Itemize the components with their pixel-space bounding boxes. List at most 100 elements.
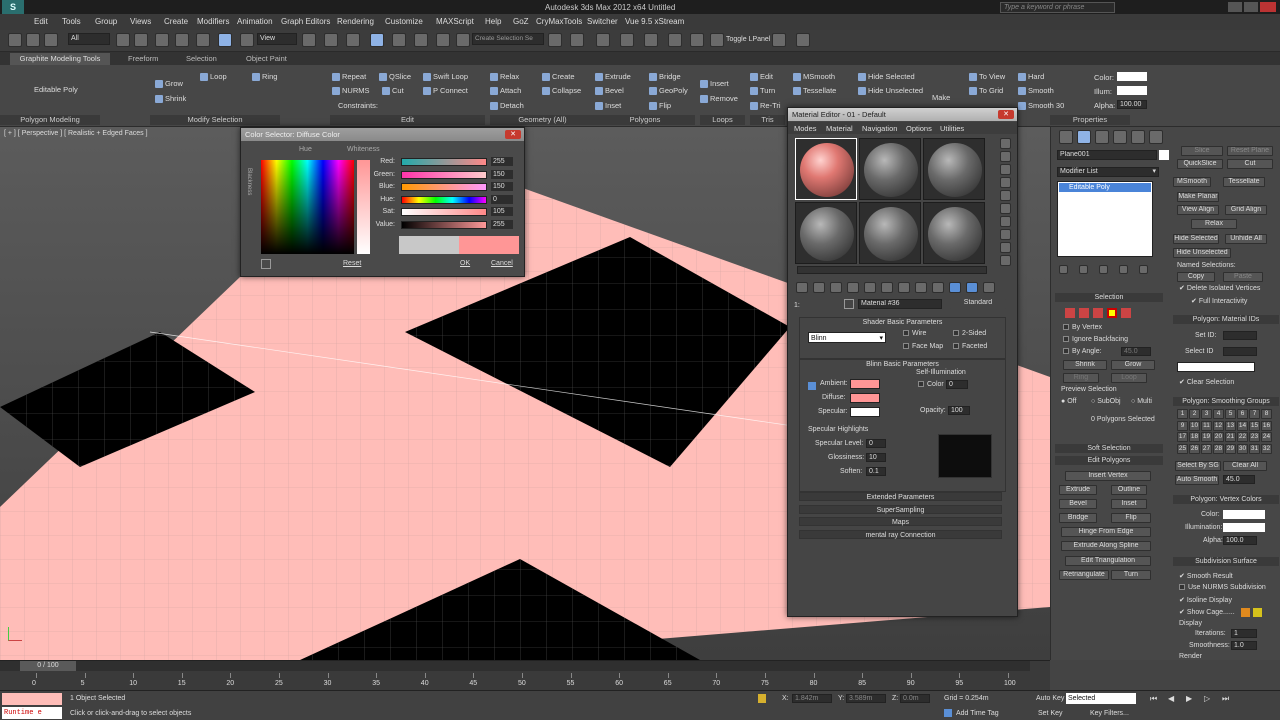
vc-alpha-input[interactable]: 100.0 [1223,536,1257,545]
me-menu-navigation[interactable]: Navigation [862,124,897,133]
preview-off-radio[interactable]: ● Off [1061,398,1076,405]
channel-slider[interactable] [401,208,487,216]
auto-key-label[interactable]: Auto Key [1036,695,1064,702]
smoothing-group-button[interactable]: 9 [1177,420,1188,431]
lock-icon[interactable] [808,382,816,390]
rollout-header[interactable]: Maps [799,517,1002,526]
me-side-tool-icon[interactable] [1000,138,1011,149]
toolbar-tool-icon[interactable] [196,33,210,47]
playback-button[interactable]: ▷ [1204,694,1210,703]
vertex-colors-header[interactable]: Polygon: Vertex Colors [1173,495,1279,504]
toolbar-tool-icon[interactable] [116,33,130,47]
menu-graph-editors[interactable]: Graph Editors [281,17,330,26]
smoothness-input[interactable]: 1.0 [1231,641,1257,650]
me-side-tool-icon[interactable] [1000,229,1011,240]
face-map-checkbox[interactable]: Face Map [903,343,943,350]
material-slot[interactable] [923,138,985,200]
geopoly-button[interactable]: GeoPoly [659,86,688,95]
command-tab-icon[interactable] [1059,130,1073,144]
extrude-spline-button[interactable]: Extrude Along Spline [1061,541,1151,551]
loop-button[interactable]: Loop [1111,373,1147,383]
playback-button[interactable]: ◀ [1168,694,1174,703]
ribbon-group-label[interactable]: Tris [750,115,785,125]
cancel-button[interactable]: Cancel [491,260,513,267]
command-tab-icon[interactable] [1113,130,1127,144]
channel-input[interactable]: 255 [491,219,513,229]
channel-input[interactable]: 0 [491,194,513,204]
ribbon-tool-icon[interactable] [332,87,340,95]
msmooth-button[interactable]: MSmooth [1173,177,1211,187]
by-vertex-checkbox[interactable]: By Vertex [1063,324,1102,331]
toolbar-tool-icon[interactable] [302,33,316,47]
y-coord[interactable]: 3.589m [846,694,886,703]
named-selection-dropdown[interactable]: Create Selection Se [472,33,544,45]
menu-tools[interactable]: Tools [62,17,81,26]
smoothing-group-button[interactable]: 22 [1237,432,1248,442]
maxscript-listener[interactable] [2,693,62,705]
subobject-level-icon[interactable] [1079,308,1089,318]
iterations-input[interactable]: 1 [1231,629,1257,638]
smoothing-group-button[interactable]: 3 [1201,409,1212,419]
material-name-input[interactable]: Material #36 [858,299,942,309]
ribbon-tool-icon[interactable] [750,87,758,95]
smoothing-group-button[interactable]: 30 [1237,443,1248,454]
eyedropper-icon[interactable] [261,259,271,269]
app-logo-icon[interactable]: S [2,0,24,14]
view-align-button[interactable]: View Align [1177,205,1219,215]
ribbon-tool-icon[interactable] [1018,73,1026,81]
timeline[interactable]: 0 / 100 0 5 10 15 20 25 30 35 40 45 50 55 60 65 70 75 80… [0,660,1050,690]
hinge-button[interactable]: Hinge From Edge [1061,527,1151,537]
show-cage-checkbox[interactable]: ✔ Show Cage...... [1179,608,1235,616]
stack-item-editable-poly[interactable]: Editable Poly [1059,183,1151,192]
cage-color-2[interactable] [1253,608,1262,617]
stack-tool-icon[interactable] [1139,265,1148,274]
material-slot[interactable] [859,138,921,200]
diffuse-swatch[interactable] [850,393,880,403]
smoothing-group-button[interactable]: 6 [1237,409,1248,419]
material-slot[interactable] [859,202,921,264]
command-tab-icon[interactable] [1149,130,1163,144]
smooth-result-checkbox[interactable]: ✔ Smooth Result [1179,572,1233,580]
hide-selected-button[interactable]: Hide Selected [868,72,915,81]
illum-swatch[interactable] [1117,86,1147,95]
smoothing-group-button[interactable]: 20 [1213,432,1224,442]
me-menu-modes[interactable]: Modes [794,124,817,133]
wire-checkbox[interactable]: Wire [903,330,926,337]
toolbar-tool-icon[interactable] [134,33,148,47]
ribbon-group-label[interactable]: Properties [1050,115,1130,125]
close-icon[interactable]: ✕ [505,130,521,139]
slot-scrollbar[interactable] [797,266,987,274]
ribbon-tool-icon[interactable] [750,73,758,81]
ribbon-tool-icon[interactable] [595,87,603,95]
me-side-tool-icon[interactable] [1000,216,1011,227]
me-side-tool-icon[interactable] [1000,190,1011,201]
use-nurms-checkbox[interactable]: Use NURMS Subdivision [1179,584,1266,591]
command-tab-icon[interactable] [1077,130,1091,144]
menu-rendering[interactable]: Rendering [337,17,374,26]
soften-input[interactable]: 0.1 [866,467,886,476]
attach-button[interactable]: Attach [500,86,521,95]
me-bottom-tool-icon[interactable] [847,282,859,293]
tab-graphite-modeling[interactable]: Graphite Modeling Tools [10,53,110,65]
smoothing-group-button[interactable]: 25 [1177,443,1188,454]
remove-loop-button[interactable]: Remove [710,94,738,103]
playback-button[interactable]: ▶ [1186,694,1192,703]
menu-create[interactable]: Create [164,17,188,26]
smoothing-group-button[interactable]: 10 [1189,420,1200,431]
by-angle-checkbox[interactable]: By Angle: [1063,348,1102,355]
smoothing-group-button[interactable]: 16 [1261,420,1272,431]
ring-button[interactable]: Ring [262,72,277,81]
collapse-button[interactable]: Collapse [552,86,581,95]
hue-field[interactable] [261,160,354,254]
ribbon-tool-icon[interactable] [858,87,866,95]
toolbar-tool-icon[interactable] [456,33,470,47]
selection-rollout-header[interactable]: Selection [1055,293,1163,302]
isoline-checkbox[interactable]: ✔ Isoline Display [1179,596,1232,604]
turn-button[interactable]: Turn [1111,570,1151,580]
subobject-level-icon[interactable] [1107,308,1117,318]
ribbon-tool-icon[interactable] [649,87,657,95]
tessellate-button[interactable]: Tessellate [803,86,836,95]
subobject-level-icon[interactable] [1065,308,1075,318]
flip-button[interactable]: Flip [659,101,671,110]
material-slot[interactable] [795,138,857,200]
